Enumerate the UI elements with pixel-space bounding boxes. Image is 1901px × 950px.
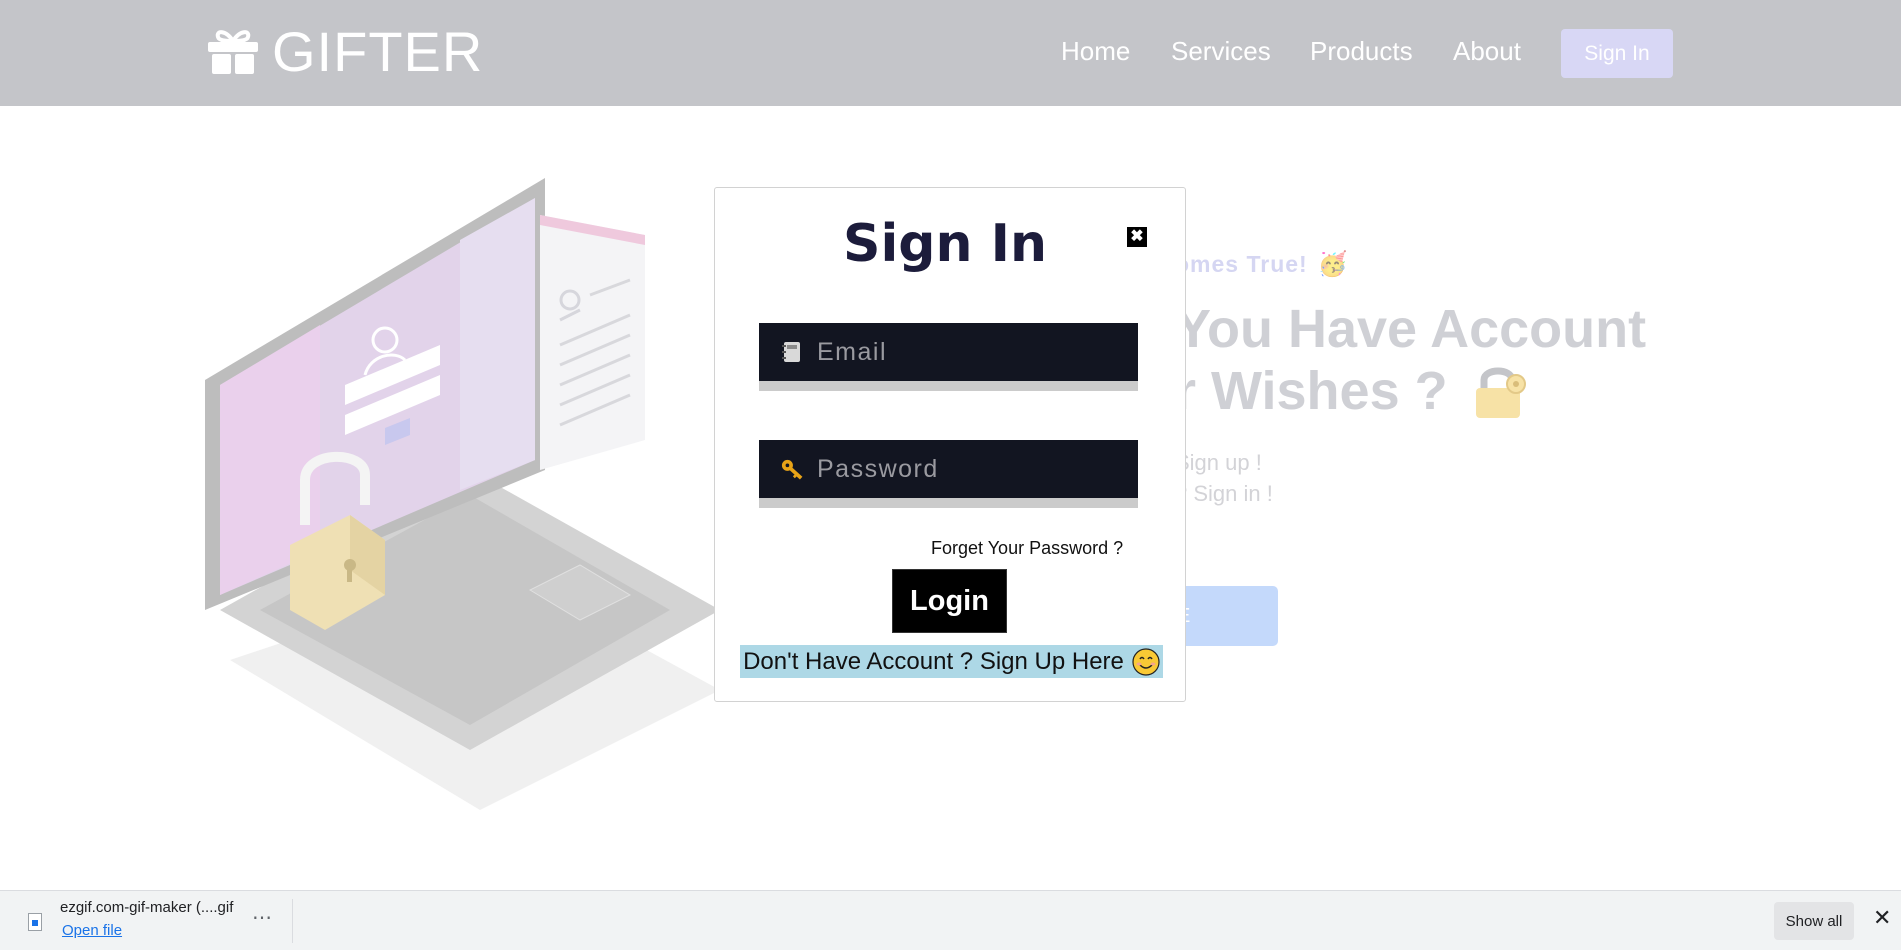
- modal-title: Sign In: [843, 214, 1047, 274]
- nav-link-products[interactable]: Products: [1310, 36, 1413, 67]
- signin-button[interactable]: Sign In: [1561, 29, 1673, 78]
- divider: [292, 899, 293, 943]
- key-icon: [781, 459, 803, 480]
- hero-cta-button[interactable]: E: [1175, 586, 1278, 646]
- hero-tagline-text: omes True!: [1175, 251, 1308, 277]
- notebook-icon: [782, 342, 800, 362]
- nav-link-home[interactable]: Home: [1061, 36, 1130, 67]
- hero-line1: Sign up !: [1175, 450, 1262, 475]
- email-input[interactable]: [817, 337, 1117, 367]
- password-field[interactable]: [759, 440, 1138, 508]
- hero-heading-line1: You Have Account: [1175, 299, 1647, 359]
- gift-wish-icon: 🥳: [1317, 251, 1349, 278]
- show-all-button[interactable]: Show all: [1774, 902, 1854, 940]
- brand[interactable]: GIFTER: [206, 22, 483, 82]
- close-icon[interactable]: ✕: [1873, 905, 1891, 931]
- more-options-icon[interactable]: ⋯: [252, 905, 273, 930]
- login-button[interactable]: Login: [892, 569, 1007, 633]
- brand-name: GIFTER: [272, 20, 484, 83]
- signup-link-text: Don't Have Account ? Sign Up Here: [743, 647, 1124, 675]
- file-icon: [28, 913, 42, 931]
- navbar: GIFTER Home Services Products About Sign…: [0, 0, 1901, 106]
- hero-line2: ? Sign in !: [1175, 481, 1273, 506]
- lock-key-icon: [1475, 367, 1526, 418]
- signin-modal: Sign In ✖ Forget Your Password ? Login D…: [714, 187, 1186, 702]
- laptop-illustration: [205, 178, 720, 810]
- gift-icon: [208, 30, 258, 74]
- close-button[interactable]: ✖: [1127, 227, 1147, 247]
- hero-tagline: omes True! 🥳: [1175, 250, 1875, 279]
- nav-link-about[interactable]: About: [1453, 36, 1521, 67]
- download-bar: ezgif.com-gif-maker (....gif Open file ⋯…: [0, 890, 1901, 950]
- download-file-name[interactable]: ezgif.com-gif-maker (....gif: [60, 899, 233, 916]
- signup-link[interactable]: Don't Have Account ? Sign Up Here: [740, 645, 1163, 678]
- password-input[interactable]: [817, 454, 1117, 484]
- open-file-link[interactable]: Open file: [62, 922, 122, 939]
- smiley-icon: [1132, 647, 1160, 676]
- nav-link-services[interactable]: Services: [1171, 36, 1271, 67]
- forgot-password-link[interactable]: Forget Your Password ?: [931, 538, 1123, 559]
- email-field[interactable]: [759, 323, 1138, 391]
- hero-heading-line2: r Wishes ?: [1175, 360, 1532, 422]
- hero-section: omes True! 🥳 You Have Account r Wishes ?…: [1175, 250, 1875, 646]
- hero-heading-line2-text: r Wishes ?: [1175, 361, 1448, 421]
